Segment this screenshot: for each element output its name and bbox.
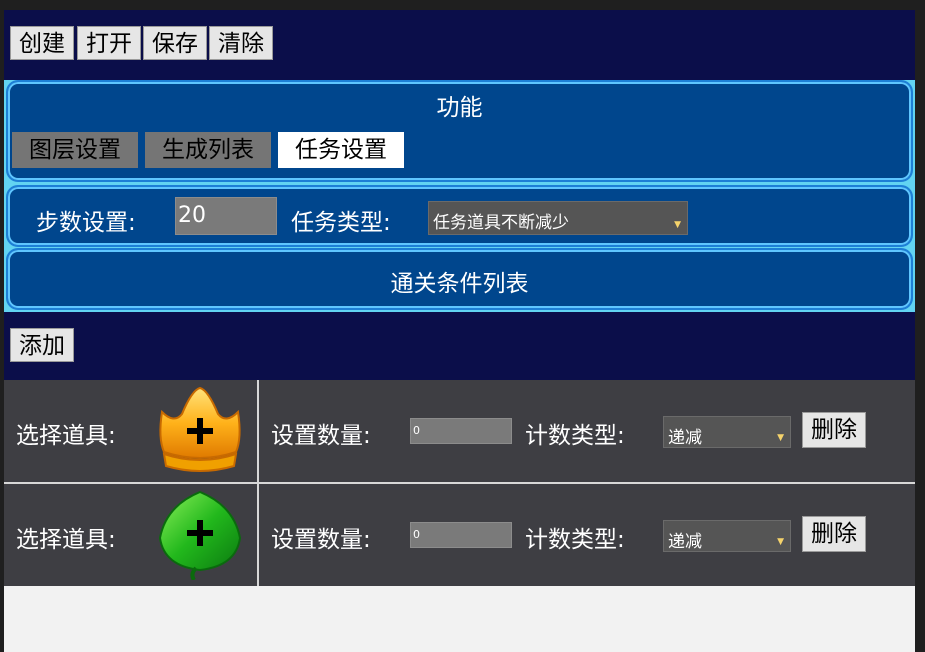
set-count-label: 设置数量:	[271, 423, 371, 449]
open-button[interactable]: 打开	[77, 26, 141, 60]
add-bar: 添加	[4, 312, 915, 380]
tab-task-settings[interactable]: 任务设置	[278, 132, 404, 168]
select-item-label: 选择道具:	[16, 423, 116, 449]
count-input[interactable]: 0	[410, 522, 512, 548]
create-button[interactable]: 创建	[10, 26, 74, 60]
task-type-select[interactable]: 任务道具不断减少 ▼	[428, 201, 688, 235]
crown-icon[interactable]	[154, 384, 246, 476]
row-divider	[257, 484, 259, 586]
tab-layer-settings[interactable]: 图层设置	[12, 132, 138, 168]
select-item-label: 选择道具:	[16, 527, 116, 553]
top-toolbar: 创建 打开 保存 清除	[4, 10, 915, 78]
steps-label: 步数设置:	[36, 210, 136, 236]
count-type-label: 计数类型:	[525, 423, 625, 449]
delete-button[interactable]: 删除	[802, 516, 866, 552]
count-type-value: 递减	[668, 532, 702, 552]
task-type-value: 任务道具不断减少	[433, 213, 569, 233]
add-button[interactable]: 添加	[10, 328, 74, 362]
empty-list-area	[4, 586, 915, 652]
count-type-label: 计数类型:	[525, 527, 625, 553]
save-button[interactable]: 保存	[143, 26, 207, 60]
task-settings-panel: 步数设置: 20 任务类型: 任务道具不断减少 ▼	[6, 185, 913, 247]
conditions-panel: 通关条件列表	[6, 248, 913, 310]
count-type-value: 递减	[668, 428, 702, 448]
count-input[interactable]: 0	[410, 418, 512, 444]
delete-button[interactable]: 删除	[802, 412, 866, 448]
condition-row: 选择道具: 设置数量: 0 计数类型: 递减 ▼ 删除	[4, 380, 915, 482]
conditions-panel-title: 通关条件列表	[390, 271, 529, 297]
count-type-select[interactable]: 递减 ▼	[663, 520, 791, 552]
leaf-icon[interactable]	[154, 488, 246, 580]
tab-generate-list[interactable]: 生成列表	[145, 132, 271, 168]
function-panel-title: 功能	[436, 95, 483, 121]
steps-input[interactable]: 20	[175, 197, 277, 235]
editor-window: 创建 打开 保存 清除 功能 图层设置 生成列表 任务设置 步数设置: 20 任…	[4, 10, 915, 652]
function-panel: 功能 图层设置 生成列表 任务设置	[6, 80, 913, 182]
count-type-select[interactable]: 递减 ▼	[663, 416, 791, 448]
dropdown-arrow-icon: ▼	[777, 537, 784, 547]
condition-row: 选择道具: 设置数量: 0 计数类型: 递减 ▼ 删除	[4, 484, 915, 586]
clear-button[interactable]: 清除	[209, 26, 273, 60]
dropdown-arrow-icon: ▼	[674, 220, 681, 230]
task-type-label: 任务类型:	[291, 210, 391, 236]
row-divider	[257, 380, 259, 482]
dropdown-arrow-icon: ▼	[777, 433, 784, 443]
set-count-label: 设置数量:	[271, 527, 371, 553]
